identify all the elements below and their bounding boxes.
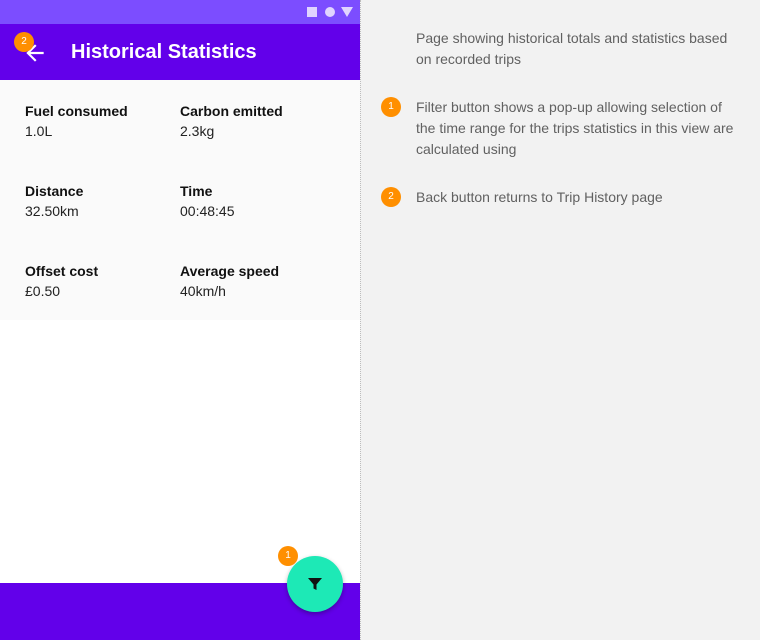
back-triangle-icon [341,7,353,17]
stat-fuel-consumed: Fuel consumed 1.0L [25,102,175,140]
annotation-intro: Page showing historical totals and stati… [416,30,728,67]
annotation-filter-text: Filter button shows a pop-up allowing se… [416,99,734,157]
app-bar: Historical Statistics [0,24,360,80]
stat-time: Time 00:48:45 [180,182,330,220]
annotation-marker-filter: 1 [278,546,298,566]
status-bar [0,0,360,24]
stat-carbon-emitted: Carbon emitted 2.3kg [180,102,330,140]
filter-icon [308,578,322,590]
stat-value: 40km/h [180,283,226,299]
stat-value: £0.50 [25,283,61,299]
stat-value: 2.3kg [180,123,215,139]
stat-offset-cost: Offset cost £0.50 [25,262,175,300]
stats-panel: Fuel consumed 1.0L Carbon emitted 2.3kg … [0,80,360,320]
annotation-back-text: Back button returns to Trip History page [416,189,663,205]
stat-value: 1.0L [25,123,53,139]
home-icon [325,7,335,17]
stat-value: 32.50km [25,203,79,219]
stat-distance: Distance 32.50km [25,182,175,220]
stat-label: Fuel consumed [25,103,128,119]
stat-label: Average speed [180,263,280,279]
filter-button[interactable] [287,556,343,612]
stat-label: Carbon emitted [180,103,283,119]
recents-icon [307,7,317,17]
stat-label: Time [180,183,213,199]
stat-value: 00:48:45 [180,203,235,219]
stat-average-speed: Average speed 40km/h [180,262,330,300]
stat-label: Distance [25,183,84,199]
annotation-marker-back: 2 [14,32,34,52]
divider [360,0,361,640]
annotation-number-1: 1 [381,97,401,117]
stat-label: Offset cost [25,263,99,279]
annotation-number-2: 2 [381,187,401,207]
phone-screen: Historical Statistics 2 Fuel consumed 1.… [0,0,360,640]
page-title: Historical Statistics [71,41,257,63]
